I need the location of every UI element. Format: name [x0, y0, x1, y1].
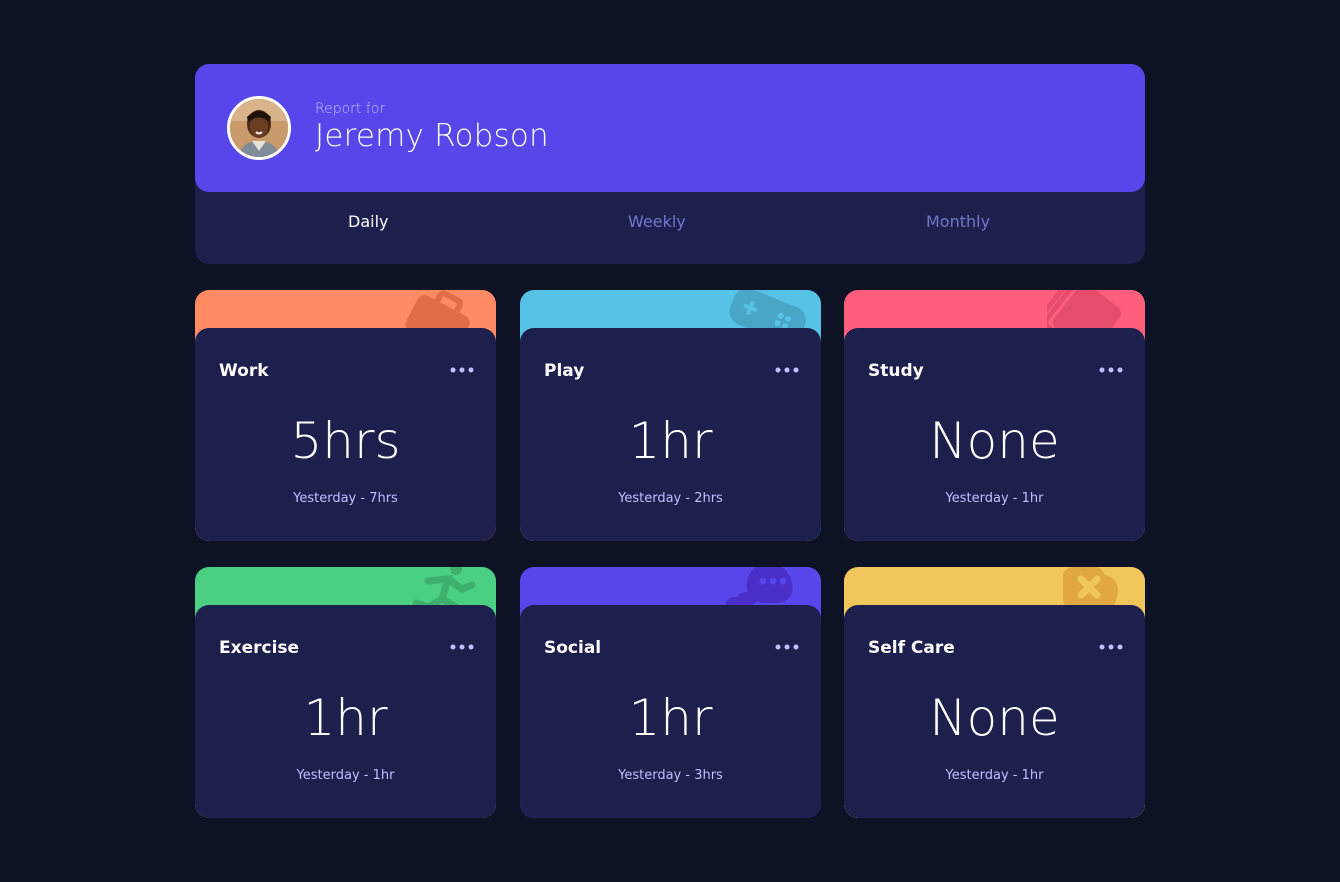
activity-title: Study [868, 361, 924, 381]
activity-card-study: Study None Yesterday - 1hr [844, 290, 1145, 541]
activity-title: Exercise [219, 638, 300, 658]
ellipsis-icon[interactable] [775, 365, 799, 375]
current-hours: 5hrs [290, 412, 401, 470]
activity-card-exercise: Exercise 1hr Yesterday - 1hr [195, 567, 496, 818]
current-hours: 1hr [628, 412, 713, 470]
tab-monthly[interactable]: Monthly [926, 212, 990, 231]
tab-daily[interactable]: Daily [348, 212, 388, 231]
ellipsis-icon[interactable] [450, 642, 474, 652]
avatar [227, 96, 291, 160]
profile-header: Report for Jeremy Robson [195, 64, 1145, 192]
current-hours: 1hr [303, 689, 388, 747]
previous-hours: Yesterday - 2hrs [618, 491, 723, 506]
activity-body: Play 1hr Yesterday - 2hrs [520, 328, 821, 541]
tab-weekly[interactable]: Weekly [628, 212, 686, 231]
activity-body: Social 1hr Yesterday - 3hrs [520, 605, 821, 818]
user-name: Jeremy Robson [315, 118, 549, 154]
activity-title: Social [544, 638, 602, 658]
ellipsis-icon[interactable] [775, 642, 799, 652]
previous-hours: Yesterday - 7hrs [293, 491, 398, 506]
activity-body: Work 5hrs Yesterday - 7hrs [195, 328, 496, 541]
profile-card: Report for Jeremy Robson Daily Weekly Mo… [195, 64, 1145, 264]
current-hours: None [929, 689, 1060, 747]
activity-title: Self Care [868, 638, 955, 658]
activity-card-play: Play 1hr Yesterday - 2hrs [520, 290, 821, 541]
activity-card-self-care: Self Care None Yesterday - 1hr [844, 567, 1145, 818]
report-for-label: Report for [315, 101, 386, 117]
previous-hours: Yesterday - 1hr [296, 768, 395, 783]
activity-card-social: Social 1hr Yesterday - 3hrs [520, 567, 821, 818]
previous-hours: Yesterday - 1hr [945, 491, 1044, 506]
previous-hours: Yesterday - 3hrs [618, 768, 723, 783]
current-hours: 1hr [628, 689, 713, 747]
time-tracking-dashboard: Report for Jeremy Robson Daily Weekly Mo… [195, 64, 1145, 818]
ellipsis-icon[interactable] [450, 365, 474, 375]
current-hours: None [929, 412, 1060, 470]
activity-card-work: Work 5hrs Yesterday - 7hrs [195, 290, 496, 541]
ellipsis-icon[interactable] [1099, 365, 1123, 375]
activity-body: Study None Yesterday - 1hr [844, 328, 1145, 541]
activity-body: Self Care None Yesterday - 1hr [844, 605, 1145, 818]
ellipsis-icon[interactable] [1099, 642, 1123, 652]
activity-body: Exercise 1hr Yesterday - 1hr [195, 605, 496, 818]
activity-title: Work [219, 361, 269, 381]
previous-hours: Yesterday - 1hr [945, 768, 1044, 783]
activity-title: Play [544, 361, 585, 381]
